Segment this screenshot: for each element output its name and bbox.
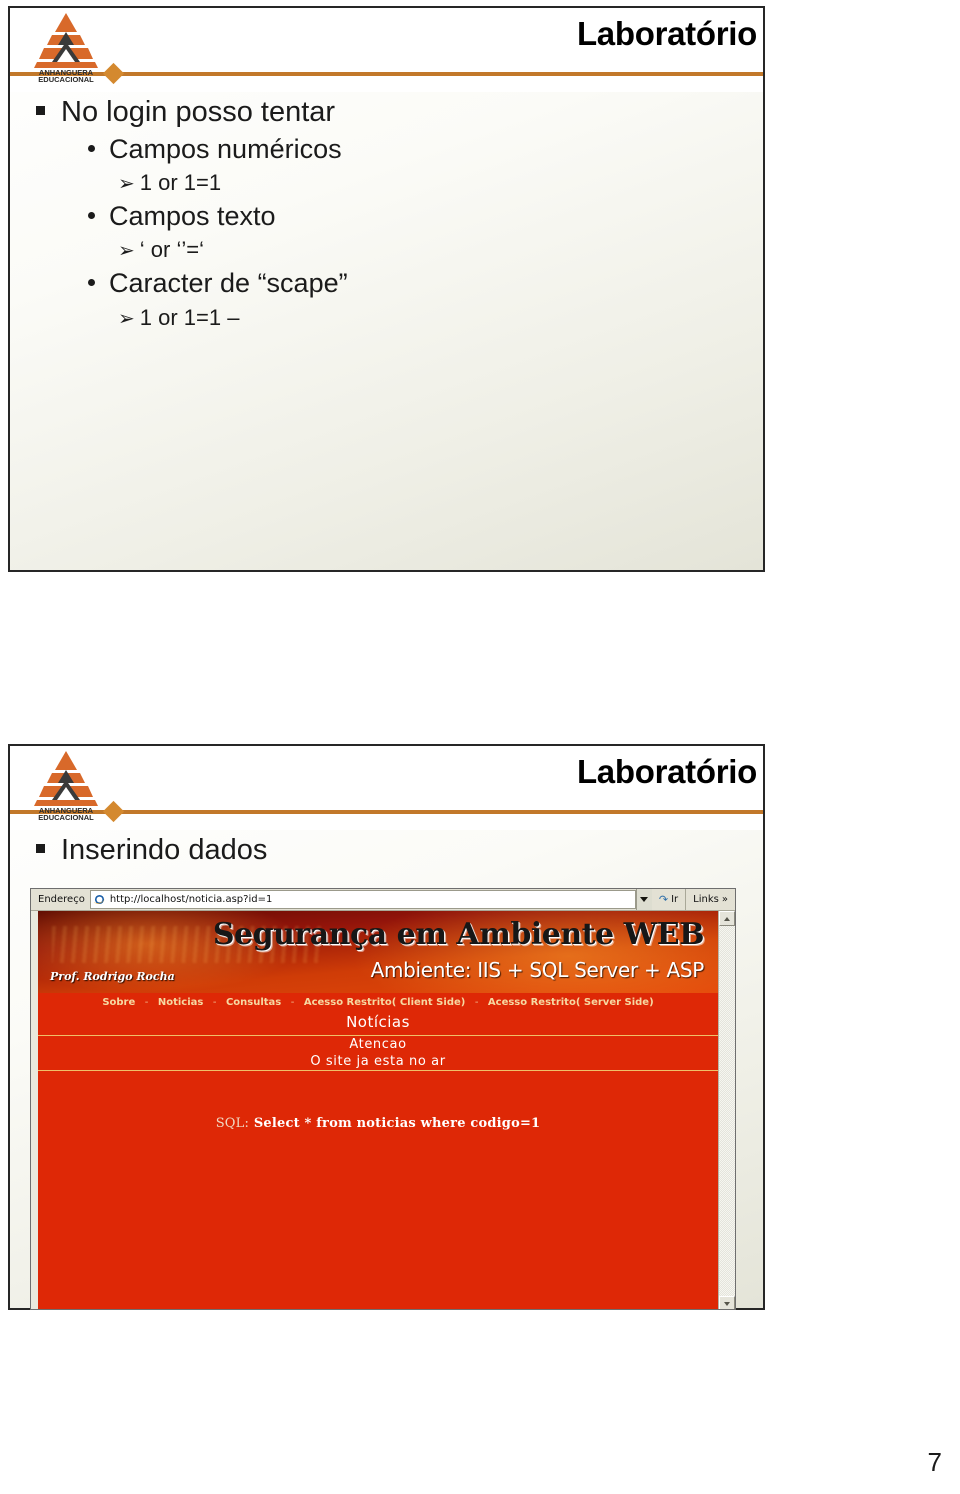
bullet-text: Campos texto [109,201,276,232]
sql-label: SQL: [215,1116,250,1131]
notice-body: O site ja esta no ar [310,1054,446,1069]
nav-item-noticias[interactable]: Noticias [158,997,204,1008]
notice-title: Atencao [349,1037,407,1052]
bullet-level2: Caracter de “scape” [88,266,763,301]
scroll-down-button[interactable] [719,1296,735,1309]
viewport-left-gutter [31,911,38,1309]
bullet-text: Campos numéricos [109,134,342,165]
address-bar-label: Endereço [38,894,85,905]
scroll-up-button[interactable] [719,911,735,926]
nav-item-acesso-restrito-client[interactable]: Acesso Restrito( Client Side) [304,997,465,1008]
slide-2-title: Laboratório [576,753,757,790]
arrow-bullet-icon: ➢ [118,307,135,330]
go-button-label: Ir [671,894,679,905]
square-bullet-icon [36,844,45,853]
banner-author: Prof. Rodrigo Rocha [50,970,175,983]
bullet-level3: ➢ ‘ or ‘’=‘ [118,235,763,265]
dot-bullet-icon [88,279,95,287]
site-nav: Sobre - Noticias - Consultas - Acesso Re… [38,993,718,1011]
triangle-up-icon [724,916,730,921]
internet-explorer-icon [93,894,106,905]
bullet-text: Caracter de “scape” [109,268,348,299]
browser-viewport: Segurança em Ambiente WEB Ambiente: IIS … [31,911,735,1309]
header-diamond-marker [102,800,125,823]
banner-subtitle: Ambiente: IIS + SQL Server + ASP [370,958,705,982]
address-input[interactable]: http://localhost/noticia.asp?id=1 [89,890,636,909]
divider-bottom [38,1070,718,1071]
web-page-content: Segurança em Ambiente WEB Ambiente: IIS … [38,911,718,1309]
square-bullet-icon [36,106,45,115]
bullet-level1: No login posso tentar [36,94,763,130]
page-number: 7 [927,1447,942,1477]
nav-item-sobre[interactable]: Sobre [102,997,135,1008]
bullet-level2: Campos texto [88,199,763,234]
dot-bullet-icon [88,212,95,220]
anhanguera-logo-icon: ANHANGUERA EDUCACIONAL [30,10,102,84]
arrow-bullet-icon: ➢ [118,240,135,263]
bullet-level2: Campos numéricos [88,132,763,167]
header-diamond-marker [102,62,125,85]
bullet-text: Inserindo dados [61,834,268,866]
bullet-text: 1 or 1=1 – [139,304,240,330]
chevron-down-icon [640,897,649,902]
slide-2-header: ANHANGUERA EDUCACIONAL Laboratório [10,746,763,830]
nav-separator: - [290,997,295,1008]
go-arrow-icon: ↷ [658,893,669,906]
address-url-text: http://localhost/noticia.asp?id=1 [109,894,273,905]
vertical-scrollbar[interactable] [718,911,735,1309]
sql-statement: Select * from noticias where codigo=1 [253,1116,541,1131]
bullet-text: No login posso tentar [61,96,336,128]
go-button[interactable]: ↷ Ir [652,889,685,910]
slide-1-header: ANHANGUERA EDUCACIONAL Laboratório [10,8,763,92]
slide-1-body: No login posso tentar Campos numéricos ➢… [10,92,763,333]
bullet-level3: ➢ 1 or 1=1 [118,168,763,198]
nav-separator: - [144,997,149,1008]
section-title: Notícias [346,1013,410,1031]
triangle-down-icon [724,1301,730,1306]
nav-item-consultas[interactable]: Consultas [226,997,281,1008]
slide-1: ANHANGUERA EDUCACIONAL Laboratório No lo… [8,6,765,572]
arrow-bullet-icon: ➢ [118,173,135,196]
browser-address-bar: Endereço http://localhost/noticia.asp?id… [31,889,735,911]
anhanguera-logo-icon: ANHANGUERA EDUCACIONAL [30,748,102,822]
banner-title: Segurança em Ambiente WEB [212,917,705,952]
browser-window-screenshot: Endereço http://localhost/noticia.asp?id… [30,888,736,1310]
bullet-text: 1 or 1=1 [139,170,222,196]
logo-text-line2: EDUCACIONAL [38,75,94,84]
dot-bullet-icon [88,145,95,153]
sql-debug-line: SQL: Select * from noticias where codigo… [38,1116,718,1131]
double-chevron-icon: » [721,894,728,905]
links-button-label: Links [693,894,719,905]
bullet-level3: ➢ 1 or 1=1 – [118,303,763,333]
bullet-text: ‘ or ‘’=‘ [139,237,204,263]
bullet-level1: Inserindo dados [36,832,763,868]
nav-item-acesso-restrito-server[interactable]: Acesso Restrito( Server Side) [488,997,654,1008]
address-dropdown-button[interactable] [635,889,652,910]
nav-separator: - [212,997,217,1008]
links-button[interactable]: Links » [685,889,735,910]
slide-2-body: Inserindo dados [10,830,763,868]
logo-text-line2: EDUCACIONAL [38,813,94,822]
slide-1-title: Laboratório [576,15,757,52]
nav-separator: - [474,997,479,1008]
page-banner: Segurança em Ambiente WEB Ambiente: IIS … [38,911,718,993]
